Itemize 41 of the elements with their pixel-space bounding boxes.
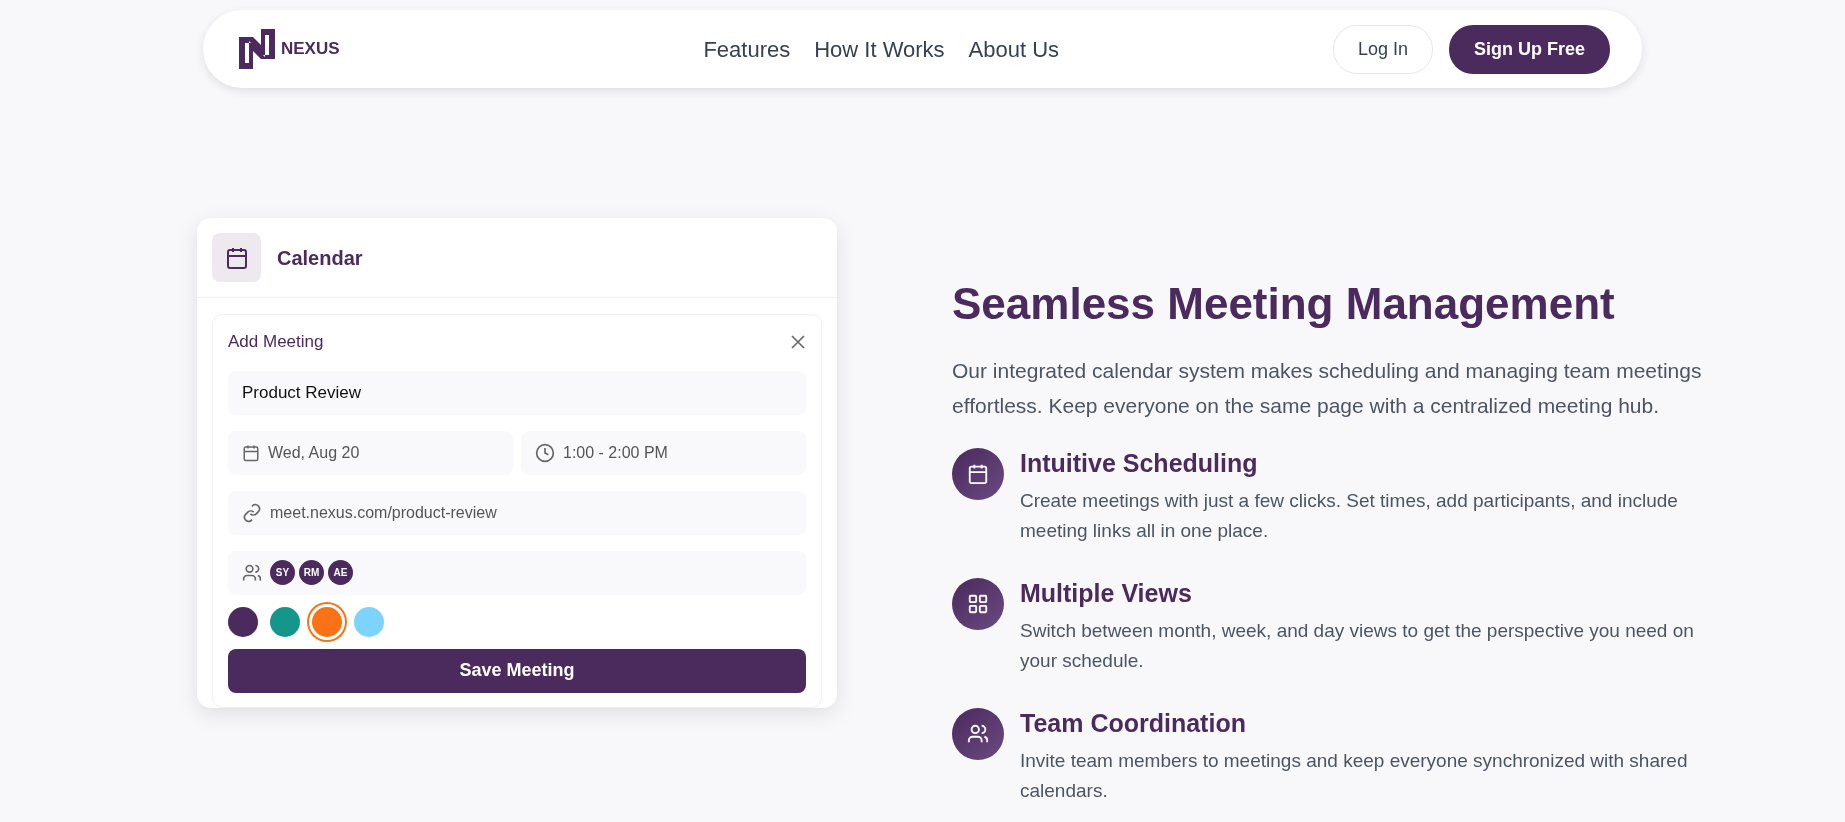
clock-icon bbox=[535, 442, 555, 463]
section-heading: Seamless Meeting Management bbox=[952, 278, 1616, 330]
time-text: 1:00 - 2:00 PM bbox=[563, 442, 668, 463]
form-title: Add Meeting bbox=[228, 331, 324, 353]
nav-link[interactable]: About Us bbox=[968, 32, 1060, 66]
date-text: Wed, Aug 20 bbox=[268, 442, 360, 463]
close-icon[interactable] bbox=[790, 333, 806, 350]
link-text: meet.nexus.com/product-review bbox=[270, 502, 497, 523]
participant-avatar: AE bbox=[328, 560, 353, 585]
nav-link[interactable]: How It Works bbox=[814, 32, 945, 66]
logo-icon bbox=[237, 27, 277, 71]
users-icon bbox=[952, 707, 1004, 760]
calendar-icon bbox=[952, 447, 1004, 500]
intro-paragraph: Our integrated calendar system makes scheduling and managing team meetings effortless. Keep everyone on the same page with a centralized meeting hub. bbox=[952, 357, 1702, 419]
color-swatch[interactable] bbox=[228, 606, 258, 637]
link-icon bbox=[242, 502, 262, 523]
login-button[interactable]: Log In bbox=[1332, 24, 1433, 74]
link-field[interactable]: meet.nexus.com/product-review bbox=[228, 490, 806, 535]
color-swatch[interactable] bbox=[270, 606, 300, 637]
card-title: Calendar bbox=[277, 245, 363, 271]
users-icon bbox=[242, 562, 262, 583]
participant-avatar: RM bbox=[299, 560, 324, 585]
date-field[interactable]: Wed, Aug 20 bbox=[228, 430, 513, 475]
nav-link[interactable]: Features bbox=[703, 32, 791, 66]
grid-icon bbox=[952, 577, 1004, 630]
save-button[interactable]: Save Meeting bbox=[228, 648, 806, 693]
feature-title: Team Coordination bbox=[1020, 707, 1247, 738]
feature-text: Switch between month, week, and day views to get the perspective you need on your schedule. bbox=[1020, 618, 1695, 673]
time-field[interactable]: 1:00 - 2:00 PM bbox=[521, 430, 806, 475]
title-field[interactable]: Product Review bbox=[228, 370, 806, 415]
participants-field[interactable]: SY RM AE bbox=[228, 550, 806, 595]
feature-title: Multiple Views bbox=[1020, 577, 1193, 608]
feature-text: Invite team members to meetings and keep everyone synchronized with shared calendars. bbox=[1020, 748, 1689, 803]
logo-text: NEXUS bbox=[281, 38, 340, 61]
participant-avatar: SY bbox=[270, 560, 295, 585]
feature-text: Create meetings with just a few clicks. Set times, add participants, and include meeting links all in one place. bbox=[1020, 488, 1679, 543]
signup-button[interactable]: Sign Up Free bbox=[1448, 24, 1610, 74]
calendar-icon bbox=[242, 443, 260, 462]
feature-title: Intuitive Scheduling bbox=[1020, 447, 1259, 478]
color-swatch[interactable] bbox=[354, 606, 384, 637]
calendar-icon bbox=[212, 233, 261, 282]
